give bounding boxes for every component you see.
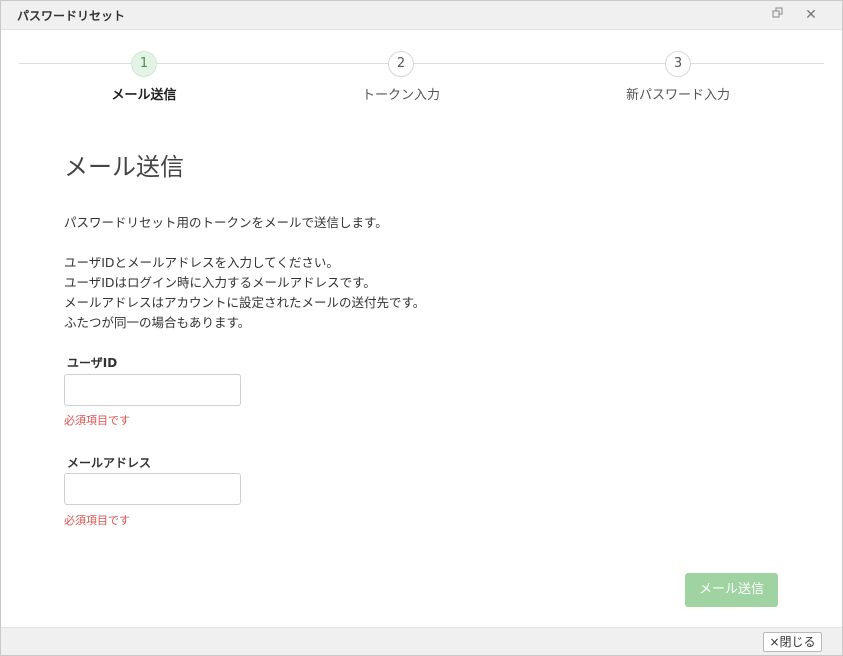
user-id-label: ユーザID: [67, 356, 118, 370]
intro-text: パスワードリセット用のトークンをメールで送信します。: [64, 215, 388, 230]
instruction-line-3: メールアドレスはアカウントに設定されたメールの送付先です。: [64, 295, 426, 310]
close-dialog-button[interactable]: ×閉じる: [763, 632, 822, 652]
password-reset-dialog: パスワードリセット ✕ 1 メール送信 2 トークン入力 3 新パスワード入力 …: [0, 0, 843, 656]
page-heading: メール送信: [64, 153, 184, 181]
dialog-title: パスワードリセット: [17, 9, 126, 23]
step-2-circle: 2: [388, 51, 414, 77]
close-icon[interactable]: ✕: [802, 6, 820, 24]
email-input[interactable]: [64, 473, 241, 505]
title-bar[interactable]: パスワードリセット ✕: [1, 1, 842, 30]
user-id-error: 必須項目です: [64, 414, 130, 427]
step-2-label: トークン入力: [361, 88, 440, 103]
restore-window-icon[interactable]: [769, 6, 787, 24]
user-id-input[interactable]: [64, 374, 241, 406]
restore-window-svg: [772, 7, 783, 18]
send-mail-button[interactable]: メール送信: [685, 573, 778, 607]
step-3-label: 新パスワード入力: [625, 88, 730, 103]
email-label: メールアドレス: [67, 456, 152, 470]
email-error: 必須項目です: [64, 514, 130, 527]
dialog-footer: ×閉じる: [1, 627, 842, 655]
step-1-circle: 1: [131, 51, 157, 77]
instruction-line-4: ふたつが同一の場合もあります。: [64, 315, 251, 330]
step-3-circle: 3: [665, 51, 691, 77]
instruction-line-2: ユーザIDはログイン時に入力するメールアドレスです。: [64, 275, 376, 290]
instruction-line-1: ユーザIDとメールアドレスを入力してください。: [64, 255, 339, 270]
step-1-label: メール送信: [111, 88, 177, 103]
